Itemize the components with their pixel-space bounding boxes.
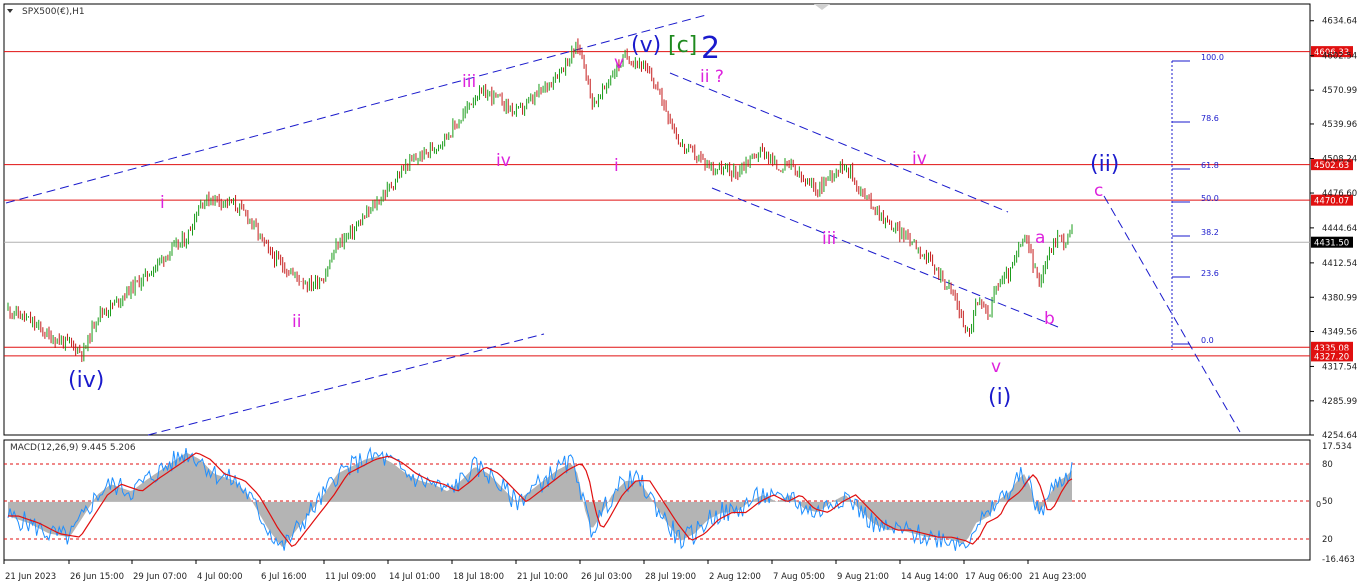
price-tick-label: 4317.54 [1322,362,1357,372]
fib-level-label: 50.0 [1201,194,1219,203]
fib-level-label: 61.8 [1201,161,1219,170]
macd-tick-label: 0 [1316,500,1321,509]
chart-window[interactable]: 4606.334502.634470.074431.504335.084327.… [0,0,1366,588]
time-tick-label: 6 Jul 16:00 [261,572,307,582]
macd-tick-label: -16.463 [1322,555,1355,565]
fib-level-label: 23.6 [1201,269,1219,278]
fib-level-label: 100.0 [1201,53,1224,62]
price-tick-label: 4285.99 [1322,397,1357,407]
macd-tick-label: 17.534 [1322,442,1352,452]
price-tick-label: 4444.64 [1322,224,1357,234]
time-tick-label: 4 Jul 00:00 [197,572,243,582]
fib-level-label: 0.0 [1201,336,1214,345]
macd-tick-label: 80 [1322,460,1333,470]
time-tick-label: 2 Aug 12:00 [709,572,761,582]
wave-label[interactable]: (iv) [68,368,104,393]
wave-label[interactable]: b [1044,309,1055,329]
wave-label[interactable]: i [160,193,165,213]
wave-label[interactable]: ii [292,312,301,332]
wave-label[interactable]: (ii) [1090,152,1119,177]
time-tick-label: 21 Aug 23:00 [1029,572,1086,582]
wave-label[interactable]: (i) [988,385,1011,410]
price-tick-label: 4476.60 [1322,189,1357,199]
price-tick-label: 4349.56 [1322,328,1357,338]
wave-label[interactable]: ii ? [700,67,724,87]
time-tick-label: 29 Jun 07:00 [133,572,187,582]
price-tick-label: 4254.64 [1322,431,1357,441]
price-tick-label: 4634.64 [1322,17,1357,27]
macd-tick-label: 50 [1322,497,1333,507]
time-tick-label: 21 Jun 2023 [5,572,56,582]
macd-label: MACD(12,26,9) 9.445 5.206 [10,443,136,453]
time-tick-label: 28 Jul 19:00 [645,572,696,582]
time-tick-label: 17 Aug 06:00 [965,572,1022,582]
price-tick-label: 4539.96 [1322,120,1357,130]
time-tick-label: 9 Aug 21:00 [837,572,889,582]
time-tick-label: 11 Jul 09:00 [325,572,376,582]
wave-label[interactable]: iii [462,72,476,92]
wave-label[interactable]: c [1094,181,1103,201]
time-tick-label: 7 Aug 05:00 [773,572,825,582]
macd-tick-label: 20 [1322,535,1333,545]
wave-label[interactable]: [c] [668,33,697,58]
wave-label[interactable]: iv [912,149,927,169]
time-tick-label: 26 Jun 15:00 [70,572,124,582]
price-tick-label: 4380.99 [1322,293,1357,303]
time-tick-label: 14 Aug 14:00 [901,572,958,582]
price-tick-label: 4570.99 [1322,86,1357,96]
time-tick-label: 18 Jul 18:00 [453,572,504,582]
wave-label[interactable]: iii [822,229,836,249]
price-tick-label: 4412.54 [1322,259,1357,269]
price-line-tag-label: 4327.20 [1314,352,1349,362]
wave-label[interactable]: v [614,53,624,73]
wave-label[interactable]: i [614,156,619,176]
price-tick-label: 4508.24 [1322,155,1357,165]
price-line-tag-label: 4431.50 [1314,239,1349,249]
price-tick-label: 4602.54 [1322,52,1357,62]
time-tick-label: 26 Jul 03:00 [581,572,632,582]
wave-label[interactable]: a [1035,228,1045,248]
time-tick-label: 14 Jul 01:00 [389,572,440,582]
fib-level-label: 78.6 [1201,114,1219,123]
symbol-label: SPX500(€),H1 [22,7,85,17]
wave-label[interactable]: iv [496,151,511,171]
wave-label[interactable]: v [991,357,1001,377]
time-tick-label: 21 Jul 10:00 [517,572,568,582]
fib-level-label: 38.2 [1201,228,1219,237]
wave-label[interactable]: (v) [631,33,661,58]
wave-label[interactable]: 2 [701,31,720,66]
